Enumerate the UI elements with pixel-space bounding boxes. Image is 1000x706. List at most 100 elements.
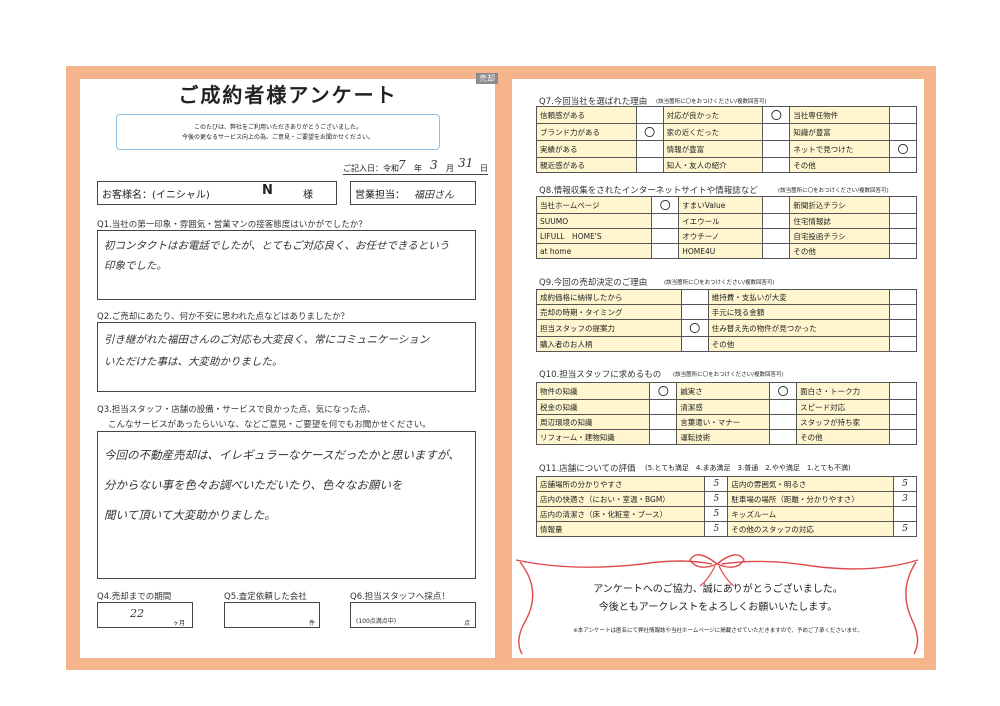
customer-name-value: N — [262, 183, 273, 198]
q7-option-label: 実績がある — [536, 140, 637, 158]
ribbon-bow-right — [716, 554, 745, 568]
q7-check-circle[interactable]: 〇 — [889, 140, 917, 158]
q7-option-label: その他 — [789, 157, 890, 173]
q7-check-circle[interactable] — [889, 157, 917, 173]
q7-table: 信頼感がある 対応が良かった〇当社専任物件 ブランド力がある〇家の近くだった 知識が豊… — [536, 106, 917, 173]
q10-check-circle[interactable] — [649, 429, 678, 445]
q11-rating[interactable]: 5 — [704, 491, 729, 507]
q8-check-circle[interactable] — [651, 243, 680, 259]
q10-check-circle[interactable] — [889, 414, 917, 430]
q8-check-circle[interactable] — [762, 243, 791, 259]
q10-check-circle[interactable] — [769, 429, 798, 445]
q9-row: 成約価格に納得したから 維持費・支払いが大変 — [536, 289, 917, 305]
q11-rating[interactable] — [893, 506, 917, 522]
date-year-unit: 年 — [414, 164, 422, 173]
q8-table: 当社ホームページ〇すまいValue 新聞折込チラシ SUUMO イエウール 住宅情報誌 L… — [535, 196, 917, 259]
q8-option-label: 住宅情報誌 — [789, 213, 890, 229]
q2-question: Q2.ご売却にあたり、何か不安に思われた点などはありましたか？ — [97, 312, 350, 322]
q8-option-label: 当社ホームページ — [535, 196, 653, 214]
q10-check-circle[interactable] — [649, 399, 678, 415]
q2-answer-line-2: いただけた事は、大変助かりました。 — [104, 356, 283, 368]
q7-check-circle[interactable] — [762, 157, 791, 173]
q10-check-circle[interactable] — [889, 429, 917, 445]
q7-check-circle[interactable] — [762, 123, 791, 141]
date-year: 7 — [398, 158, 406, 172]
q8-check-circle[interactable] — [889, 228, 917, 244]
q8-check-circle[interactable] — [889, 243, 917, 259]
q10-check-circle[interactable]: 〇 — [649, 382, 678, 400]
q8-check-circle[interactable] — [762, 213, 791, 229]
q8-option-label: at home — [535, 243, 653, 259]
q7-check-circle[interactable]: 〇 — [635, 123, 664, 141]
q10-check-circle[interactable]: 〇 — [769, 382, 798, 400]
q9-option-label: 売却の時期・タイミング — [536, 304, 682, 320]
q8-check-circle[interactable] — [889, 196, 917, 214]
q10-row: 周辺環境の知識 言葉遣い・マナー スタッフが持ち家 — [535, 414, 917, 430]
q10-check-circle[interactable] — [769, 414, 798, 430]
q7-check-circle[interactable] — [635, 106, 664, 124]
date-day: 31 — [458, 156, 474, 170]
q9-title: Q9.今回の売却決定のご理由 — [539, 278, 648, 288]
staff-value: 福田さん — [414, 190, 454, 201]
q9-check-circle[interactable] — [889, 289, 917, 305]
q9-check-circle[interactable] — [680, 304, 709, 320]
q8-check-circle[interactable] — [762, 196, 791, 214]
q11-option-label: 情報量 — [535, 521, 706, 537]
q11-rating[interactable]: 5 — [704, 521, 729, 537]
q8-row: 当社ホームページ〇すまいValue 新聞折込チラシ — [535, 196, 917, 214]
q10-option-label: その他 — [796, 429, 890, 445]
q7-check-circle[interactable]: 〇 — [762, 106, 791, 124]
q11-rating[interactable]: 5 — [704, 506, 729, 522]
q9-option-label: その他 — [707, 336, 891, 352]
q11-rating[interactable]: 5 — [893, 521, 917, 537]
q4-label: Q4.売却までの期間 — [97, 592, 172, 602]
q8-check-circle[interactable] — [651, 228, 680, 244]
q8-check-circle[interactable]: 〇 — [651, 196, 680, 214]
q2-answer-line-1: 引き継がれた福田さんのご対応も大変良く、常にコミュニケーション — [104, 334, 430, 346]
q10-option-label: スタッフが持ち家 — [796, 414, 890, 430]
q10-check-circle[interactable] — [769, 399, 798, 415]
q7-option-label: 対応が良かった — [662, 106, 764, 124]
q9-note: (該当箇所に〇をおつけください/複数回答可) — [664, 280, 775, 286]
q7-check-circle[interactable] — [889, 123, 917, 141]
q11-table: 店舗場所の分かりやすさ 5 店内の雰囲気・明るさ 5 店内の快適さ（におい・室温・BGM… — [535, 476, 917, 537]
q7-check-circle[interactable] — [635, 140, 664, 158]
q7-option-label: 知識が豊富 — [789, 123, 890, 141]
q11-option-label: 店舗場所の分かりやすさ — [535, 476, 706, 492]
q9-row: 購入者のお人柄 その他 — [536, 336, 917, 352]
q7-check-circle[interactable] — [635, 157, 664, 173]
q7-check-circle[interactable] — [889, 106, 917, 124]
customer-name-label: お客様名：(イニシャル) — [102, 190, 210, 201]
q9-check-circle[interactable] — [889, 319, 917, 337]
q9-check-circle[interactable] — [680, 336, 709, 352]
q8-check-circle[interactable] — [762, 228, 791, 244]
q9-check-circle[interactable] — [680, 289, 709, 305]
q7-check-circle[interactable] — [762, 140, 791, 158]
q8-check-circle[interactable] — [889, 213, 917, 229]
date-day-unit: 日 — [480, 164, 488, 173]
q11-rating[interactable]: 5 — [704, 476, 729, 492]
q10-option-label: 運転技術 — [676, 429, 771, 445]
q8-check-circle[interactable] — [651, 213, 680, 229]
q11-row: 店内の清潔さ（床・化粧室・ブース） 5 キッズルーム — [535, 506, 917, 522]
q10-check-circle[interactable] — [889, 382, 917, 400]
q10-check-circle[interactable] — [889, 399, 917, 415]
q9-check-circle[interactable] — [889, 336, 917, 352]
q11-rating[interactable]: 3 — [893, 491, 917, 507]
q6-unit: 点 — [464, 620, 471, 627]
q8-option-label: SUUMO — [535, 213, 653, 229]
staff-label: 営業担当： — [355, 190, 405, 201]
q8-option-label: 新聞折込チラシ — [789, 196, 890, 214]
q11-option-label: キッズルーム — [727, 506, 894, 522]
q8-title: Q8.情報収集をされたインターネットサイトや情報誌など — [539, 186, 758, 196]
q9-check-circle[interactable] — [889, 304, 917, 320]
q5-box — [224, 602, 320, 628]
q9-check-circle[interactable]: 〇 — [680, 319, 709, 337]
thanks-line-2: 今後ともアークレストをよろしくお願いいたします。 — [598, 602, 838, 613]
q10-check-circle[interactable] — [649, 414, 678, 430]
sale-tag: 売却 — [476, 73, 498, 84]
q10-option-label: 誠実さ — [676, 382, 771, 400]
date-underline — [343, 174, 488, 175]
q11-rating[interactable]: 5 — [893, 476, 917, 492]
q7-row: 実績がある 情報が豊富 ネットで見つけた〇 — [536, 140, 917, 158]
